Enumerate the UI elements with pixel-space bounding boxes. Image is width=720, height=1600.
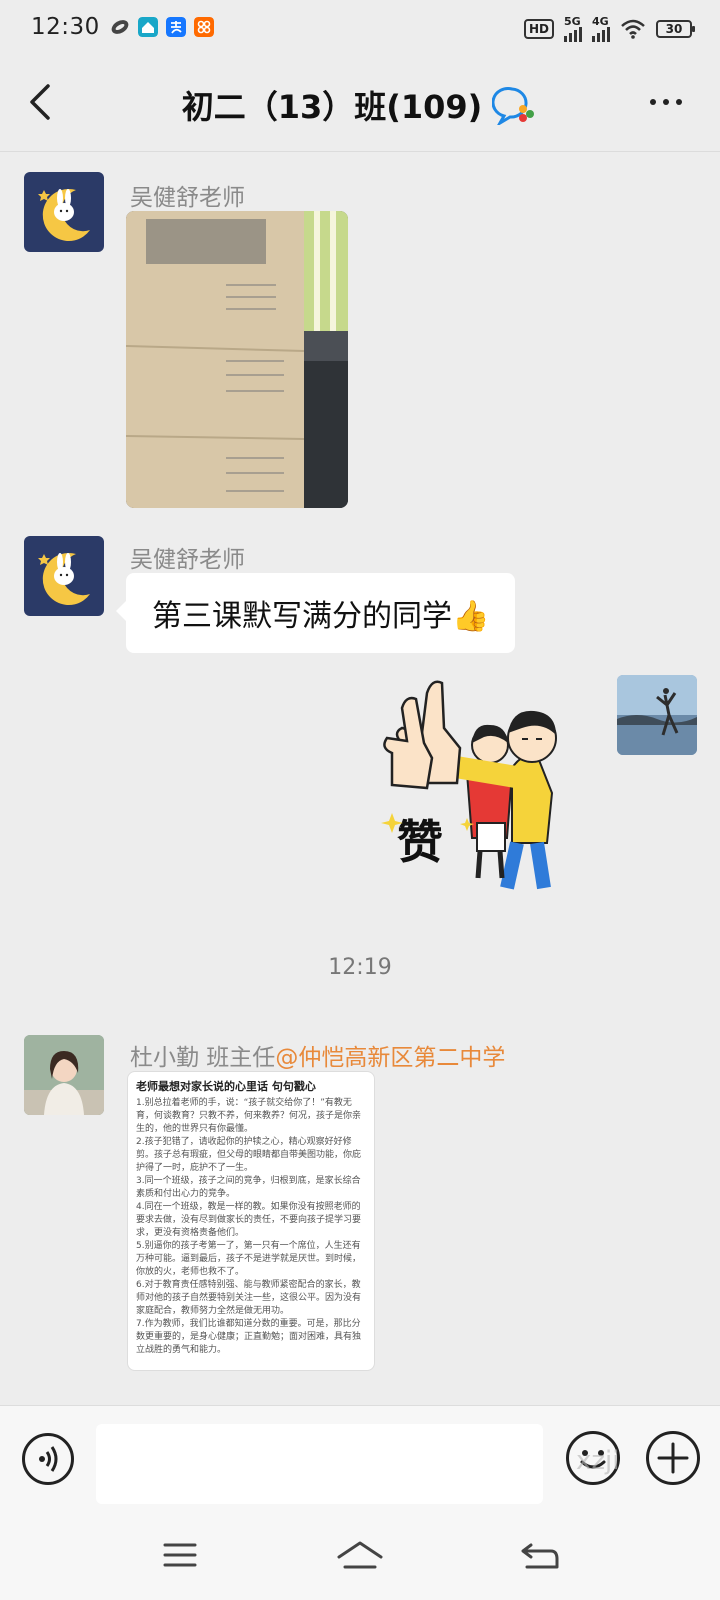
status-time: 12:30 — [31, 14, 100, 40]
avatar[interactable] — [24, 1035, 104, 1115]
notice-line: 5.别逼你的孩子考第一了，第一只有一个席位，人生还有万种可能。逼到最后，孩子不是… — [136, 1241, 362, 1277]
plus-icon[interactable] — [646, 1431, 700, 1485]
chat-header: 初二（13）班(109) — [0, 56, 720, 152]
chat-timestamp: 12:19 — [328, 955, 392, 980]
thumbs-up-sticker[interactable]: 赞 — [372, 673, 598, 893]
menu-icon[interactable] — [155, 1535, 205, 1575]
battery-icon: 30 — [656, 20, 695, 38]
sender-name: 吴健舒老师 — [130, 185, 245, 211]
signal-icon: 5G — [564, 14, 582, 42]
taobao-icon — [194, 17, 214, 37]
notice-body: 1.别总拉着老师的手，说：“孩子就交给你了！”有教无育，何谈教育？只教不养，何来… — [136, 1097, 366, 1357]
sender-name-text: 杜小勤 班主任 — [130, 1045, 276, 1071]
sender-name: 吴健舒老师 — [130, 547, 245, 573]
message-input[interactable] — [96, 1424, 543, 1504]
message-notice-image[interactable]: 老师最想对家长说的心里话 句句戳心 1.别总拉着老师的手，说：“孩子就交给你了！… — [127, 1071, 375, 1371]
notice-line: 1.别总拉着老师的手，说：“孩子就交给你了！”有教无育，何谈教育？只教不养，何来… — [136, 1098, 362, 1134]
wifi-icon — [621, 19, 645, 39]
group-chat-icon[interactable] — [492, 85, 538, 125]
sticker-text: 赞 — [397, 815, 443, 869]
voice-icon[interactable] — [22, 1433, 74, 1485]
clean-app-icon — [111, 20, 129, 34]
more-icon[interactable] — [650, 92, 690, 112]
home-icon[interactable] — [335, 1535, 385, 1575]
chat-title-wrap[interactable]: 初二（13）班(109) — [0, 82, 720, 128]
message-bubble[interactable]: 第三课默写满分的同学👍 — [115, 573, 516, 653]
chat-title: 初二（13）班(109) — [181, 88, 483, 126]
avatar[interactable] — [24, 172, 104, 252]
notice-title: 老师最想对家长说的心里话 句句戳心 — [136, 1080, 316, 1093]
notice-line: 2.孩子犯错了，请收起你的护犊之心，精心观察好好修剪。孩子总有瑕疵，但父母的眼睛… — [136, 1137, 362, 1173]
system-nav-bar — [0, 1515, 720, 1600]
notice-line: 6.对于教育责任感特别强、能与教师紧密配合的家长，教师对他的孩子自然要特别关注一… — [136, 1280, 362, 1316]
watermark-text: xzji — [576, 1446, 620, 1476]
signal-icon: 4G — [592, 14, 610, 42]
home-app-icon — [138, 17, 158, 37]
avatar[interactable] — [24, 536, 104, 616]
sim2-label: 4G — [592, 14, 609, 28]
avatar[interactable] — [617, 675, 697, 755]
message-photo[interactable] — [126, 211, 348, 508]
notice-line: 7.作为教师，我们比谁都知道分数的重要。可是，那比分数更重要的，是身心健康；正直… — [136, 1319, 362, 1355]
status-bar: 12:30 HD 5G 4G 30 — [0, 0, 720, 56]
notice-line: 4.同在一个班级，教是一样的教。如果你没有按照老师的要求去做，没有尽到做家长的责… — [136, 1202, 362, 1238]
sender-org-mention[interactable]: @仲恺高新区第二中学 — [275, 1045, 505, 1071]
notice-line: 3.同一个班级，孩子之间的竞争，归根到底，是家长综合素质和付出心力的竞争。 — [136, 1176, 361, 1199]
sim1-label: 5G — [564, 14, 581, 28]
status-indicators: HD 5G 4G 30 — [523, 14, 695, 44]
input-bar: xzji — [0, 1405, 720, 1515]
hd-label: HD — [523, 19, 554, 39]
sender-name: 杜小勤 班主任@仲恺高新区第二中学 — [130, 1038, 505, 1072]
alipay-icon — [166, 17, 186, 37]
back-nav-icon[interactable] — [515, 1535, 565, 1575]
